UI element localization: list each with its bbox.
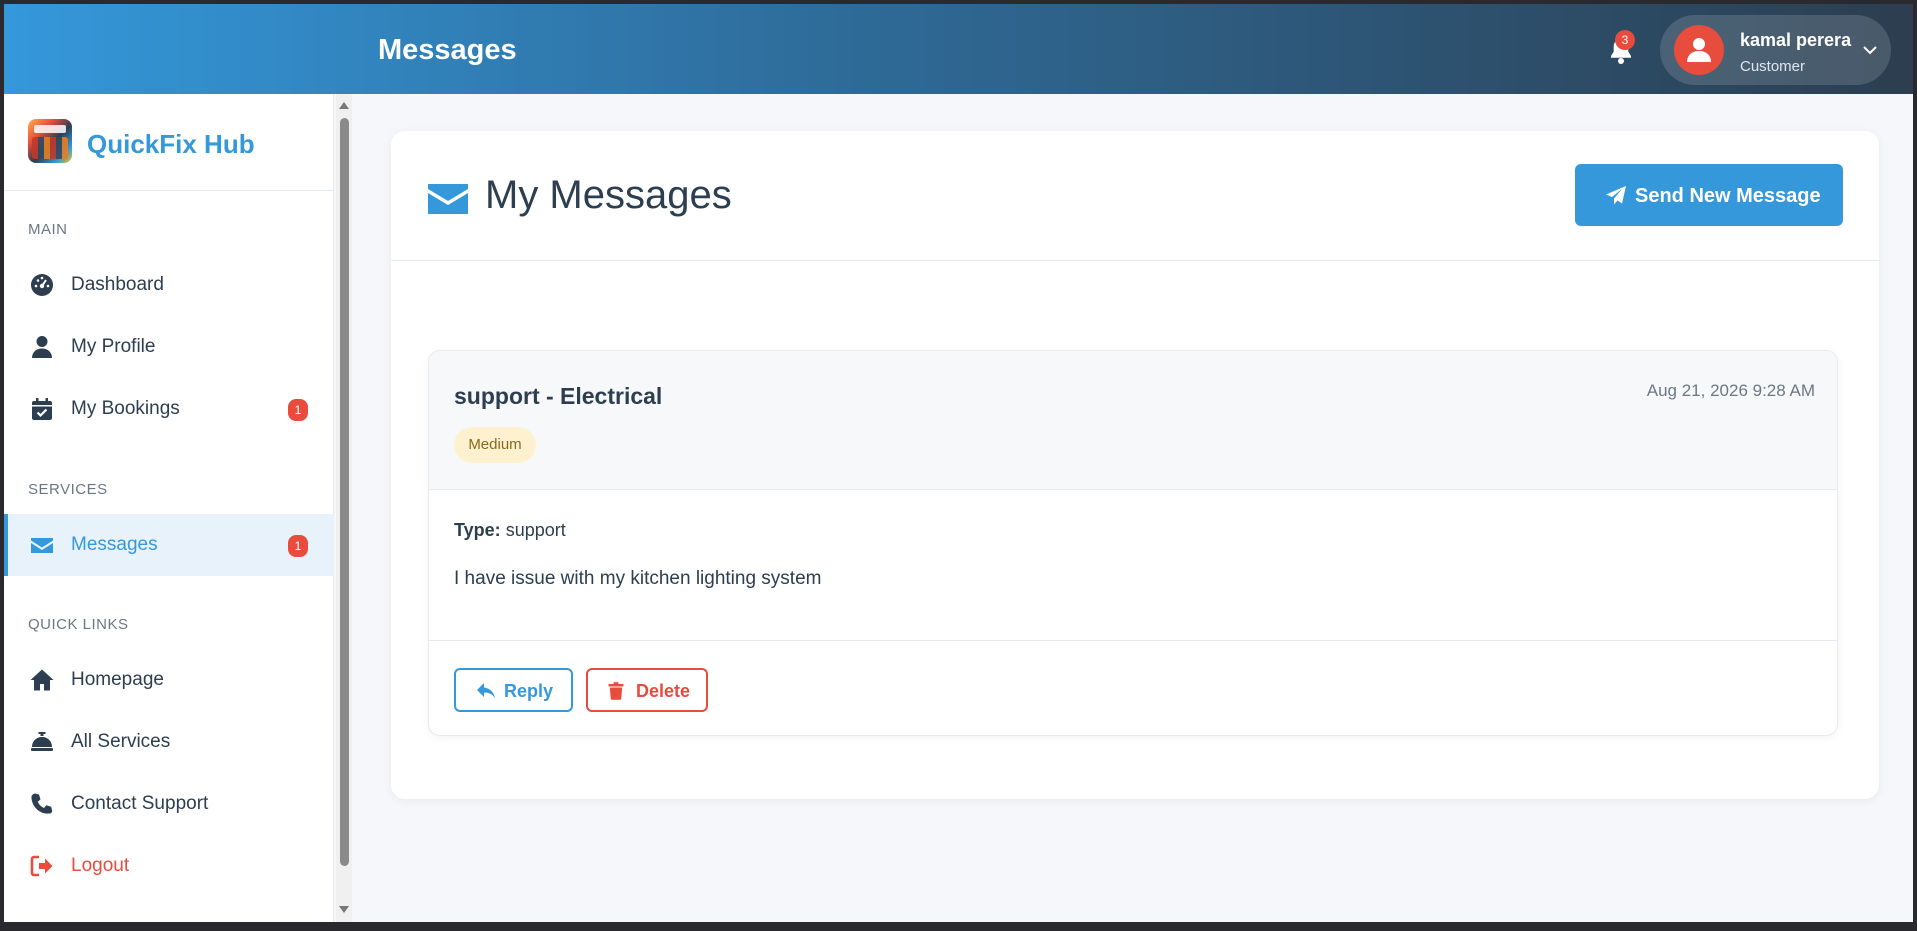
sidebar-item-label: Logout [71, 855, 130, 876]
card-title: My Messages [485, 173, 732, 217]
user-name: kamal perera [1740, 30, 1852, 50]
user-role: Customer [1740, 58, 1806, 75]
message-actions: Reply Delete [429, 640, 1837, 735]
section-label-quick-links: QUICK LINKS [28, 616, 129, 633]
concierge-bell-icon [31, 732, 53, 751]
sidebar-item-label: Contact Support [71, 793, 209, 814]
user-avatar-icon [1687, 38, 1711, 62]
message-header: support - Electrical Aug 21, 2026 9:28 A… [429, 351, 1837, 490]
sidebar-item-label: Dashboard [71, 274, 164, 295]
sidebar-item-label: Messages [71, 534, 158, 555]
sidebar-item-dashboard[interactable]: Dashboard [4, 254, 334, 316]
message-type-label: Type: [454, 520, 501, 540]
page-title: Messages [378, 34, 517, 66]
paper-plane-icon [1606, 186, 1626, 205]
sidebar-item-label: My Bookings [71, 398, 180, 419]
message-body: I have issue with my kitchen lighting sy… [454, 568, 822, 589]
sidebar-item-messages[interactable]: Messages 1 [4, 514, 334, 576]
calendar-check-icon [32, 398, 52, 420]
envelope-icon [31, 538, 53, 553]
reply-button-label: Reply [504, 681, 554, 701]
user-menu[interactable]: kamal perera Customer [1660, 15, 1891, 85]
chevron-down-icon [1863, 46, 1877, 55]
scroll-up-arrow-icon[interactable] [339, 102, 349, 109]
home-icon [30, 669, 54, 691]
priority-badge: Medium [454, 427, 536, 463]
brand-name: QuickFix Hub [87, 129, 255, 159]
reply-button[interactable]: Reply [454, 668, 573, 712]
send-new-message-button[interactable]: Send New Message [1575, 164, 1843, 226]
dashboard-icon [31, 274, 53, 296]
sidebar-item-my-profile[interactable]: My Profile [4, 316, 334, 378]
card-header: My Messages Send New Message [391, 131, 1879, 261]
messages-card: My Messages Send New Message support - E… [391, 131, 1879, 799]
avatar [1674, 25, 1724, 75]
reply-icon [477, 683, 495, 699]
sidebar-item-homepage[interactable]: Homepage [4, 649, 334, 711]
message-item: support - Electrical Aug 21, 2026 9:28 A… [428, 350, 1838, 736]
scroll-down-arrow-icon[interactable] [339, 906, 349, 913]
delete-button-label: Delete [636, 681, 691, 701]
app-window: Messages 3 kamal perera Customer QuickFi… [4, 4, 1913, 922]
sidebar-item-label: Homepage [71, 669, 164, 690]
sidebar-item-label: My Profile [71, 336, 156, 357]
notification-count-badge: 3 [1615, 30, 1635, 50]
sidebar: QuickFix Hub MAIN Dashboard My Profile M… [4, 94, 334, 922]
message-type-value: support [505, 520, 566, 540]
sidebar-item-my-bookings[interactable]: My Bookings 1 [4, 378, 334, 440]
sidebar-scrollbar[interactable] [336, 94, 352, 922]
sign-out-icon [30, 855, 53, 877]
sidebar-item-label: All Services [71, 731, 171, 752]
messages-count-badge: 1 [288, 535, 308, 557]
section-label-services: SERVICES [28, 481, 108, 498]
sidebar-item-all-services[interactable]: All Services [4, 711, 334, 773]
scroll-thumb[interactable] [340, 118, 349, 866]
sidebar-item-logout[interactable]: Logout [4, 835, 334, 897]
envelope-icon [428, 184, 468, 214]
sidebar-item-contact-support[interactable]: Contact Support [4, 773, 334, 835]
section-label-main: MAIN [28, 221, 68, 238]
top-header: Messages 3 kamal perera Customer [4, 4, 1913, 94]
message-subject: support - Electrical [454, 383, 663, 409]
user-icon [32, 336, 52, 358]
send-button-label: Send New Message [1635, 185, 1821, 207]
brand[interactable]: QuickFix Hub [4, 94, 334, 191]
message-type: Type: support [454, 520, 566, 541]
phone-icon [31, 793, 53, 814]
message-date: Aug 21, 2026 9:28 AM [1646, 381, 1815, 400]
delete-button[interactable]: Delete [586, 668, 708, 712]
brand-logo [28, 119, 72, 163]
bookings-count-badge: 1 [288, 399, 308, 421]
trash-icon [608, 682, 624, 700]
